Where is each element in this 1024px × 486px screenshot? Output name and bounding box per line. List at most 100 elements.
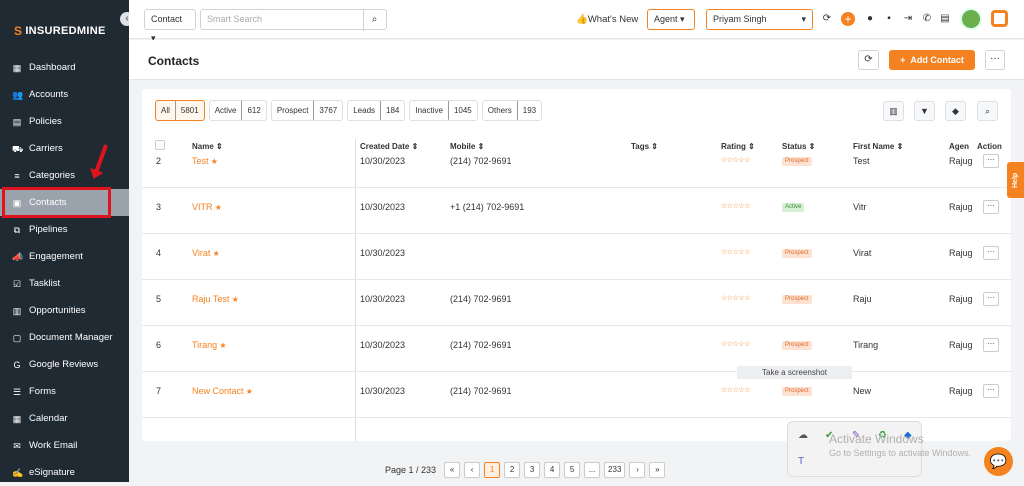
- mobile-number[interactable]: (214) 702-9691: [450, 340, 512, 350]
- row-number: 5: [156, 294, 162, 304]
- chat-icon[interactable]: ▪: [883, 13, 895, 25]
- row-action-button[interactable]: ···: [983, 338, 999, 352]
- page-button[interactable]: ...: [584, 462, 601, 478]
- sidebar-item-pipelines[interactable]: ⧉ Pipelines: [0, 216, 129, 243]
- rating-stars[interactable]: ☆☆☆☆☆: [721, 156, 750, 164]
- row-action-button[interactable]: ···: [983, 246, 999, 260]
- add-contact-button[interactable]: + Add Contact: [889, 50, 975, 70]
- document-icon[interactable]: ▤: [939, 13, 951, 25]
- filter-leads[interactable]: Leads 184: [347, 100, 406, 121]
- table-row[interactable]: 5 Raju Test ★ 10/30/2023 (214) 702-9691 ☆☆☆☆…: [142, 280, 1011, 326]
- contact-name-link[interactable]: Test ★: [192, 156, 218, 166]
- sidebar-item-engagement[interactable]: 📣 Engagement: [0, 243, 129, 270]
- page-button[interactable]: 233: [604, 462, 626, 478]
- table-row[interactable]: 3 VITR ★ 10/30/2023 +1 (214) 702-9691 ☆☆☆☆☆ A…: [142, 188, 1011, 234]
- sidebar-item-carriers[interactable]: ⛟ Carriers: [0, 135, 129, 162]
- columns-icon[interactable]: ▥: [883, 101, 904, 121]
- table-row[interactable]: 4 Virat ★ 10/30/2023 ☆☆☆☆☆ Prospect Virat Raju…: [142, 234, 1011, 280]
- contact-name-link[interactable]: Tirang ★: [192, 340, 227, 350]
- sidebar-item-forms[interactable]: ☰ Forms: [0, 378, 129, 405]
- page-button[interactable]: 4: [544, 462, 561, 478]
- sidebar-item-categories[interactable]: ≡ Categories: [0, 162, 129, 189]
- whats-new-link[interactable]: 👍What's New: [576, 14, 638, 25]
- role-select[interactable]: Agent ▾: [647, 9, 695, 30]
- rating-stars[interactable]: ☆☆☆☆☆: [721, 386, 750, 394]
- star-icon[interactable]: ★: [209, 157, 218, 166]
- app-logo[interactable]: S INSUREDMINE: [14, 24, 106, 38]
- mobile-number[interactable]: (214) 702-9691: [450, 156, 512, 166]
- sidebar-item-opportunities[interactable]: ▥ Opportunities: [0, 297, 129, 324]
- rating-stars[interactable]: ☆☆☆☆☆: [721, 202, 750, 210]
- filter-active[interactable]: Active 612: [208, 100, 267, 121]
- table-row[interactable]: 7 New Contact ★ 10/30/2023 (214) 702-9691 ☆☆…: [142, 372, 1011, 418]
- page-button[interactable]: 1: [484, 462, 501, 478]
- table-row[interactable]: 6 Tirang ★ 10/30/2023 (214) 702-9691 ☆☆☆☆☆ Pr…: [142, 326, 1011, 372]
- tag-icon[interactable]: ◆: [945, 101, 966, 121]
- rating-stars[interactable]: ☆☆☆☆☆: [721, 248, 750, 256]
- page-button[interactable]: 2: [504, 462, 521, 478]
- plus-icon[interactable]: +: [841, 12, 855, 26]
- star-icon[interactable]: ★: [229, 295, 239, 304]
- cloud-icon[interactable]: ☁: [798, 430, 808, 441]
- star-icon[interactable]: ★: [210, 249, 220, 258]
- star-icon[interactable]: ★: [244, 387, 253, 396]
- row-action-button[interactable]: ···: [983, 292, 999, 306]
- bell-icon[interactable]: ●: [864, 13, 876, 25]
- sidebar-item-google-reviews[interactable]: G Google Reviews: [0, 351, 129, 378]
- page-button[interactable]: 5: [564, 462, 581, 478]
- phone-icon[interactable]: ✆: [921, 13, 933, 25]
- sidebar-item-tasklist[interactable]: ☑ Tasklist: [0, 270, 129, 297]
- page-button[interactable]: «: [444, 462, 461, 478]
- contact-name-link[interactable]: Raju Test ★: [192, 294, 239, 304]
- filter-inactive[interactable]: Inactive 1045: [409, 100, 478, 121]
- filter-label: All: [161, 106, 170, 115]
- contact-name-link[interactable]: New Contact ★: [192, 386, 253, 396]
- filter-icon[interactable]: ▼: [914, 101, 935, 121]
- contact-name-link[interactable]: Virat ★: [192, 248, 220, 258]
- sidebar-item-accounts[interactable]: 👥 Accounts: [0, 81, 129, 108]
- first-name: Tirang: [853, 340, 879, 350]
- sidebar-item-contacts[interactable]: ▣ Contacts: [0, 189, 129, 216]
- chat-bubble-icon[interactable]: 💬: [984, 447, 1013, 476]
- mobile-number[interactable]: (214) 702-9691: [450, 294, 512, 304]
- brand-icon[interactable]: [991, 10, 1008, 27]
- filter-others[interactable]: Others 193: [481, 100, 543, 121]
- more-options-button[interactable]: ···: [985, 50, 1005, 70]
- page-button[interactable]: ›: [629, 462, 646, 478]
- search-scope-select[interactable]: Contact ▾: [144, 9, 196, 43]
- exit-icon[interactable]: ⇥: [902, 13, 914, 25]
- rating-stars[interactable]: ☆☆☆☆☆: [721, 294, 750, 302]
- rating-stars[interactable]: ☆☆☆☆☆: [721, 340, 750, 348]
- sidebar-item-work-email[interactable]: ✉ Work Email: [0, 432, 129, 459]
- sidebar-item-label: Engagement: [29, 251, 83, 262]
- refresh-icon[interactable]: ⟳: [821, 13, 833, 25]
- filter-prospect[interactable]: Prospect 3767: [270, 100, 344, 121]
- mobile-number[interactable]: (214) 702-9691: [450, 386, 512, 396]
- star-icon[interactable]: ★: [213, 203, 222, 212]
- row-action-button[interactable]: ···: [983, 200, 999, 214]
- contact-name-link[interactable]: VITR ★: [192, 202, 222, 212]
- pipelines-icon: ⧉: [13, 224, 21, 235]
- sidebar-item-dashboard[interactable]: ▦ Dashboard: [0, 54, 129, 81]
- teams-icon[interactable]: T: [798, 456, 804, 467]
- row-action-button[interactable]: ···: [983, 154, 999, 168]
- sidebar-item-policies[interactable]: ▤ Policies: [0, 108, 129, 135]
- refresh-button[interactable]: ⟳: [858, 50, 879, 70]
- table-row[interactable]: 2 Test ★ 10/30/2023 (214) 702-9691 ☆☆☆☆☆ Pros…: [142, 142, 1011, 188]
- search-icon[interactable]: ⌕: [363, 10, 385, 31]
- sidebar-item-calendar[interactable]: ▦ Calendar: [0, 405, 129, 432]
- row-action-button[interactable]: ···: [983, 384, 999, 398]
- user-select[interactable]: Priyam Singh ▾: [706, 9, 813, 30]
- page-button[interactable]: »: [649, 462, 666, 478]
- page-button[interactable]: ‹: [464, 462, 481, 478]
- sidebar-item-document-manager[interactable]: ▢ Document Manager: [0, 324, 129, 351]
- page-button[interactable]: 3: [524, 462, 541, 478]
- search-input[interactable]: Smart Search: [200, 9, 387, 30]
- search-icon[interactable]: ⌕: [977, 101, 998, 121]
- filter-label: Leads: [353, 106, 376, 115]
- star-icon[interactable]: ★: [217, 341, 226, 350]
- avatar[interactable]: [960, 8, 982, 30]
- mobile-number[interactable]: +1 (214) 702-9691: [450, 202, 524, 212]
- filter-all[interactable]: All 5801: [155, 100, 205, 121]
- help-tab[interactable]: Help: [1007, 162, 1024, 198]
